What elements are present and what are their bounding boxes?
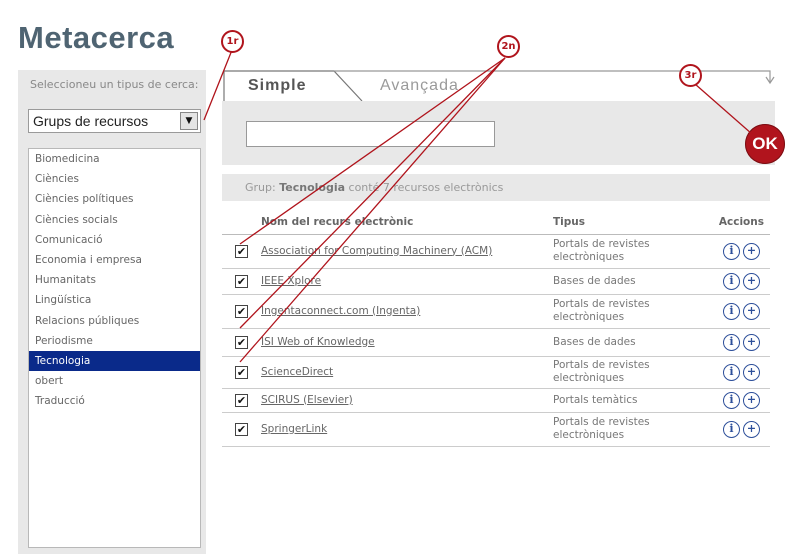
callout-2: 2n	[497, 35, 520, 58]
callout-3: 3r	[679, 64, 702, 87]
annotation-overlay	[203, 49, 753, 363]
callout-1: 1r	[221, 30, 244, 53]
